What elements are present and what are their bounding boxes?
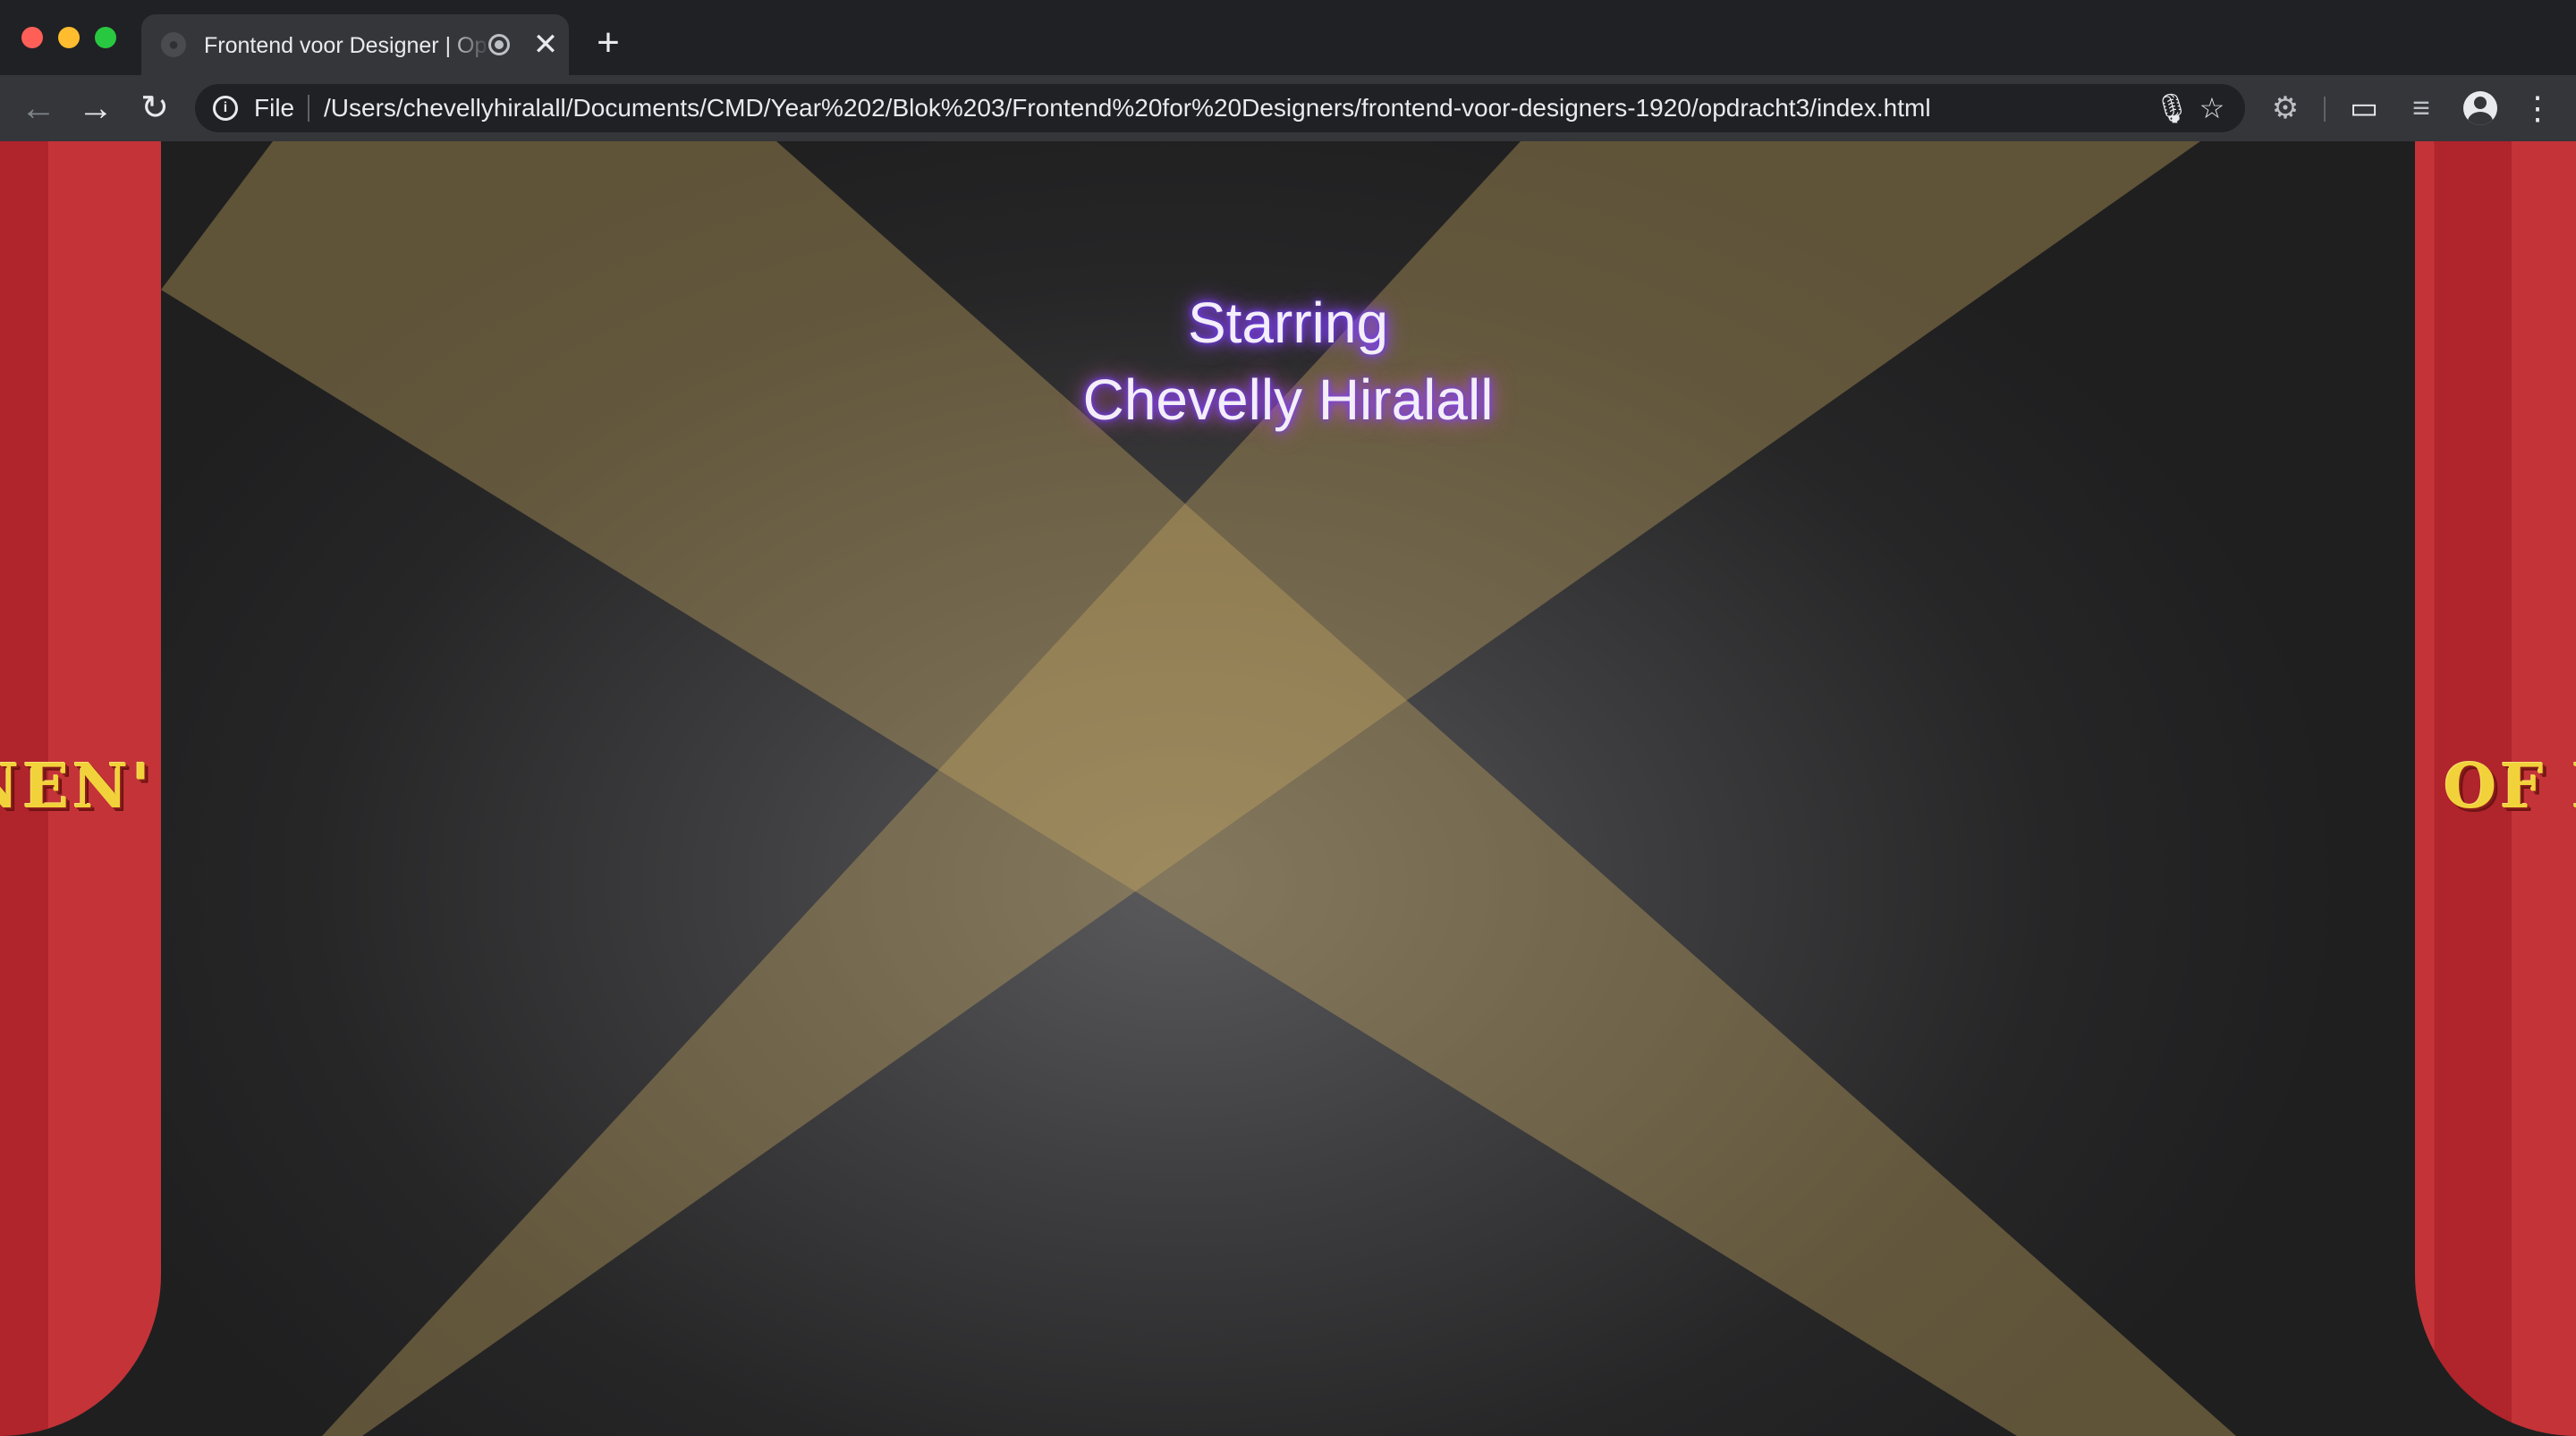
opening-credits: Starring Chevelly Hiralall — [930, 284, 1646, 438]
site-info-icon[interactable]: i — [213, 96, 238, 121]
toolbar-divider — [2324, 97, 2326, 122]
globe-icon: ● — [161, 32, 186, 57]
left-curtain-marquee-text: NEN' — [0, 751, 154, 823]
microphone-icon[interactable]: 🎙 — [2154, 91, 2190, 125]
tab-active[interactable]: ● Frontend voor Designer | Op ✕ — [141, 14, 569, 75]
more-menu-icon[interactable]: ⋮ — [2519, 89, 2556, 127]
cast-icon[interactable]: ▭ — [2345, 89, 2383, 127]
tab-title: Frontend voor Designer | Op — [204, 33, 487, 58]
url-text[interactable]: /Users/chevellyhiralall/Documents/CMD/Ye… — [324, 92, 2113, 124]
address-bar[interactable]: i File /Users/chevellyhiralall/Documents… — [195, 84, 2245, 132]
media-controls-icon[interactable]: ≡ — [2402, 89, 2440, 127]
minimize-window-button[interactable] — [58, 27, 80, 48]
reload-button[interactable]: ↻ — [131, 84, 179, 132]
audio-playing-icon[interactable] — [488, 34, 510, 55]
right-curtain-marquee-text: OF I — [2444, 751, 2576, 823]
forward-button[interactable]: → — [72, 84, 120, 132]
bookmark-star-icon[interactable]: ☆ — [2195, 91, 2229, 125]
new-tab-button[interactable]: + — [587, 21, 630, 64]
right-curtain: OF I — [2415, 141, 2576, 1436]
extension-gear-icon[interactable]: ⚙ — [2267, 89, 2304, 127]
page-viewport: NEN' OF I Starring Chevelly Hiralall — [0, 141, 2576, 1436]
maximize-window-button[interactable] — [95, 27, 116, 48]
profile-avatar-icon[interactable] — [2463, 91, 2497, 125]
starring-label: Starring — [1187, 291, 1389, 355]
tab-strip: ● Frontend voor Designer | Op ✕ + — [0, 0, 2576, 75]
browser-window: ● Frontend voor Designer | Op ✕ + ← → ↻ … — [0, 0, 2576, 1436]
address-divider — [308, 95, 309, 122]
browser-toolbar: ← → ↻ i File /Users/chevellyhiralall/Doc… — [0, 75, 2576, 141]
left-curtain: NEN' — [0, 141, 161, 1436]
back-button[interactable]: ← — [14, 84, 63, 132]
close-window-button[interactable] — [21, 27, 43, 48]
url-scheme-label: File — [254, 94, 295, 122]
star-name: Chevelly Hiralall — [1082, 367, 1494, 432]
tab-close-icon[interactable]: ✕ — [528, 27, 564, 63]
